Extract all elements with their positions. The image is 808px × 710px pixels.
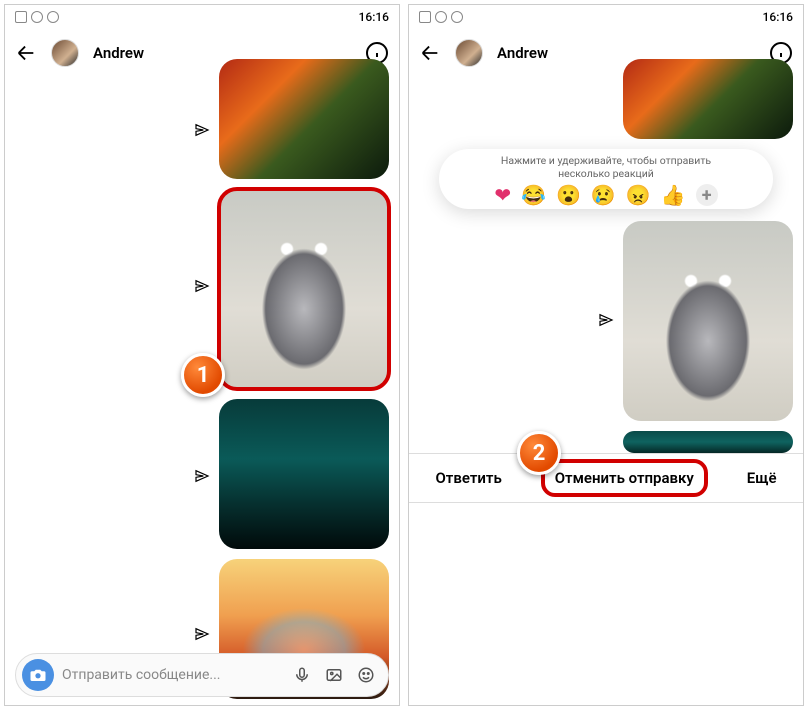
reaction-bar[interactable]: Нажмите и удерживайте, чтобы отправить н… [439, 149, 773, 209]
statusbar: 16:16 [409, 5, 803, 29]
status-icon [419, 11, 431, 23]
status-icons [419, 11, 463, 23]
reaction-laugh-icon[interactable]: 😂 [521, 183, 546, 207]
status-time: 16:16 [359, 10, 389, 24]
message-image[interactable] [623, 431, 793, 453]
phone-left: 16:16 Andrew 1 Отправ [4, 4, 400, 706]
message-composer[interactable]: Отправить сообщение... [15, 653, 389, 697]
status-icon [435, 11, 447, 23]
action-unsend[interactable]: Отменить отправку [545, 463, 704, 493]
send-status-icon [193, 277, 211, 295]
message-image-selected[interactable] [623, 221, 793, 421]
chat-name[interactable]: Andrew [497, 44, 548, 62]
send-status-icon [193, 625, 211, 643]
step-badge-2: 2 [517, 431, 561, 475]
composer-icons [292, 665, 376, 685]
send-status-icon [193, 121, 211, 139]
avatar[interactable] [455, 39, 483, 67]
back-icon[interactable] [419, 42, 441, 64]
reaction-add-icon[interactable]: + [696, 184, 718, 206]
send-status-icon [193, 467, 211, 485]
messages-panel[interactable]: Нажмите и удерживайте, чтобы отправить н… [409, 77, 803, 705]
message-image[interactable] [219, 399, 389, 549]
reaction-wow-icon[interactable]: 😮 [556, 183, 581, 207]
gallery-icon[interactable] [324, 665, 344, 685]
status-icons [15, 11, 59, 23]
message-image[interactable] [219, 59, 389, 179]
status-icon [451, 11, 463, 23]
step-badge-1: 1 [181, 353, 225, 397]
action-more[interactable]: Ещё [737, 463, 787, 493]
status-icon [31, 11, 43, 23]
statusbar: 16:16 [5, 5, 399, 29]
camera-button[interactable] [22, 659, 54, 691]
mic-icon[interactable] [292, 665, 312, 685]
reaction-angry-icon[interactable]: 😠 [626, 183, 651, 207]
composer-placeholder: Отправить сообщение... [62, 667, 284, 683]
reaction-emojis: ❤ 😂 😮 😢 😠 👍 + [494, 183, 717, 207]
message-image[interactable] [623, 59, 793, 139]
avatar[interactable] [51, 39, 79, 67]
reaction-heart-icon[interactable]: ❤ [494, 183, 511, 207]
send-status-icon [597, 311, 615, 329]
message-image-selected[interactable] [219, 189, 389, 389]
status-icon [47, 11, 59, 23]
messages-panel[interactable]: 1 [5, 77, 399, 705]
phone-right: 16:16 Andrew Нажмите и удерживайте, чтоб… [408, 4, 804, 706]
action-sheet-fill [409, 503, 803, 705]
sticker-icon[interactable] [356, 665, 376, 685]
action-reply[interactable]: Ответить [425, 463, 511, 493]
reaction-hint: Нажмите и удерживайте, чтобы отправить н… [501, 155, 711, 180]
back-icon[interactable] [15, 42, 37, 64]
reaction-thumbsup-icon[interactable]: 👍 [661, 183, 686, 207]
status-icon [15, 11, 27, 23]
message-action-row[interactable]: Ответить Отменить отправку Ещё [409, 453, 803, 503]
status-time: 16:16 [763, 10, 793, 24]
chat-name[interactable]: Andrew [93, 44, 144, 62]
reaction-cry-icon[interactable]: 😢 [591, 183, 616, 207]
